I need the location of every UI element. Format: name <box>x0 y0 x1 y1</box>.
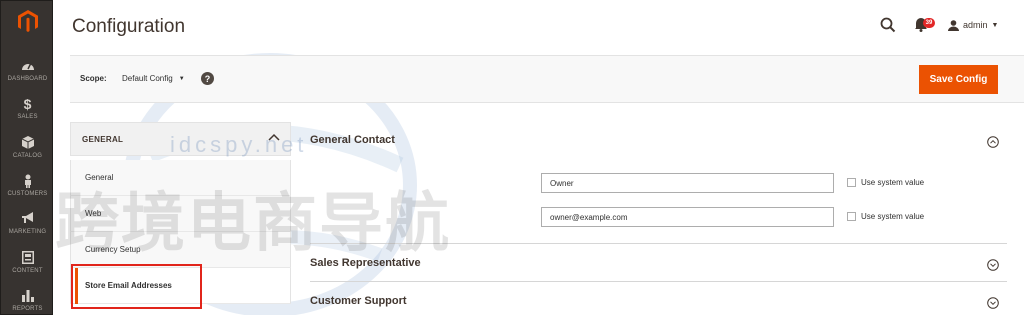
admin-nav: DASHBOARD $ SALES CATALOG CUSTOMERS MARK… <box>0 0 53 315</box>
person-icon <box>23 174 33 189</box>
page-title: Configuration <box>72 16 186 37</box>
sidebar-section-title: GENERAL <box>82 135 124 144</box>
nav-label: CONTENT <box>12 267 43 274</box>
checkbox-label: Use system value <box>861 178 925 187</box>
scope-value: Default Config <box>122 74 173 83</box>
nav-item-sales[interactable]: $ SALES <box>1 89 54 127</box>
cube-icon <box>21 135 34 151</box>
expand-icon[interactable] <box>987 259 999 271</box>
nav-item-dashboard[interactable]: DASHBOARD <box>1 51 54 89</box>
expand-icon[interactable] <box>987 297 999 309</box>
nav-item-reports[interactable]: REPORTS <box>1 281 54 315</box>
checkbox[interactable] <box>847 212 856 221</box>
magento-logo-icon[interactable] <box>1 1 54 41</box>
search-icon[interactable] <box>880 17 896 33</box>
megaphone-icon <box>21 211 35 227</box>
user-menu[interactable]: admin ▼ <box>948 18 998 32</box>
nav-label: SALES <box>17 113 38 120</box>
nav-item-content[interactable]: CONTENT <box>1 243 54 281</box>
sender-name-input[interactable]: Owner <box>541 173 834 193</box>
dollar-icon: $ <box>23 95 32 112</box>
sender-email-input[interactable]: owner@example.com <box>541 207 834 227</box>
scope-label: Scope: <box>80 74 107 83</box>
nav-item-marketing[interactable]: MARKETING <box>1 204 54 242</box>
divider <box>310 281 1007 282</box>
save-config-button[interactable]: Save Config <box>919 65 998 94</box>
section-general-contact-title[interactable]: General Contact <box>310 134 395 146</box>
dashboard-icon <box>21 59 35 74</box>
checkbox[interactable] <box>847 178 856 187</box>
nav-item-catalog[interactable]: CATALOG <box>1 128 54 166</box>
nav-label: MARKETING <box>8 228 47 235</box>
help-icon[interactable]: ? <box>201 72 214 85</box>
scope-switcher[interactable]: Default Config ▼ <box>122 74 185 83</box>
content-icon <box>21 250 34 266</box>
nav-label: DASHBOARD <box>7 75 48 82</box>
watermark-text: idcspy.net <box>170 132 308 157</box>
nav-label: CUSTOMERS <box>7 190 48 197</box>
nav-label: REPORTS <box>12 305 43 312</box>
sender-name-use-system-value[interactable]: Use system value <box>847 178 924 187</box>
nav-item-customers[interactable]: CUSTOMERS <box>1 166 54 204</box>
scope-bar: Scope: Default Config ▼ ? Save Config <box>70 55 1024 103</box>
sender-email-use-system-value[interactable]: Use system value <box>847 212 924 221</box>
collapse-icon[interactable] <box>987 136 999 148</box>
user-icon <box>948 19 959 31</box>
section-customer-support-title[interactable]: Customer Support <box>310 295 407 307</box>
chevron-down-icon: ▼ <box>991 21 999 29</box>
highlight-box <box>71 264 202 309</box>
notification-badge[interactable]: 39 <box>923 18 935 28</box>
chevron-down-icon: ▼ <box>178 75 185 82</box>
watermark-cn: 跨境电商导航 <box>55 187 451 261</box>
nav-label: CATALOG <box>12 152 43 159</box>
checkbox-label: Use system value <box>861 212 925 221</box>
bar-chart-icon <box>21 289 34 304</box>
user-name: admin <box>963 20 988 30</box>
